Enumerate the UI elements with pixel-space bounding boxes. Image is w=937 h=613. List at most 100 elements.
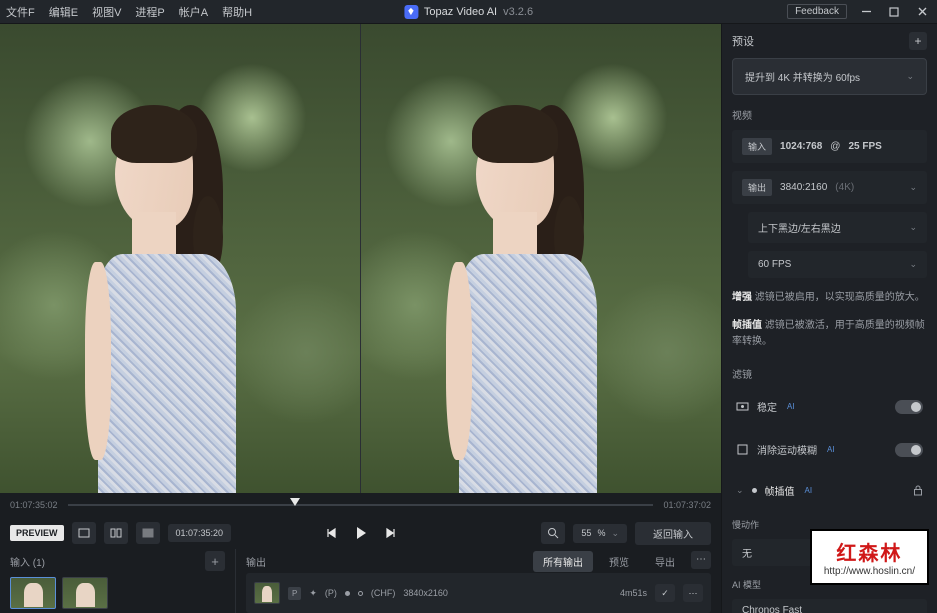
feedback-button[interactable]: Feedback (787, 4, 847, 19)
preview-before (0, 24, 360, 493)
watermark: 红森林 http://www.hoslin.cn/ (810, 529, 929, 585)
preset-selector[interactable]: 提升到 4K 并转换为 60fps ⌄ (732, 58, 927, 95)
next-frame-button[interactable] (385, 527, 397, 539)
watermark-url: http://www.hoslin.cn/ (824, 566, 915, 577)
playhead-icon[interactable] (290, 498, 300, 506)
interp-section-header[interactable]: ⌄ 帧插值AI (732, 475, 927, 506)
timecode-current[interactable]: 01:07:35:20 (168, 524, 232, 542)
titlebar: 文件F 编辑E 视图V 进程P 帐户A 帮助H Topaz Video AI v… (0, 0, 937, 24)
stabilize-icon (736, 400, 749, 413)
ai-model-selector[interactable]: Chronos Fast (732, 599, 927, 613)
menu-view[interactable]: 视图V (92, 4, 121, 20)
viewer-area: 01:07:35:02 01:07:37:02 PREVIEW 01:07:35… (0, 24, 721, 613)
output-resolution: 3840x2160 (403, 588, 448, 598)
output-res: 3840:2160 (780, 182, 827, 193)
app-title: Topaz Video AI v3.2.6 (404, 5, 533, 19)
output-thumbnail (254, 582, 280, 604)
menu-file[interactable]: 文件F (6, 4, 35, 20)
input-at: @ (830, 141, 840, 152)
preview-after (360, 24, 721, 493)
back-to-input-button[interactable]: 返回输入 (635, 522, 711, 545)
zoom-tool-icon[interactable] (541, 522, 565, 544)
tab-all-outputs[interactable]: 所有输出 (533, 551, 593, 572)
prev-frame-button[interactable] (325, 527, 337, 539)
zoom-level[interactable]: 55 % ⌄ (573, 524, 627, 543)
deblur-label: 消除运动模糊 (757, 442, 817, 457)
status-dot-icon (345, 591, 350, 596)
input-badge: 输入 (742, 138, 772, 155)
output-sparkle-icon: ✦ (309, 588, 317, 599)
lock-icon (913, 485, 923, 496)
output-panel: 输出 所有输出 预览 导出 ⋯ P ✦ (P) (CHF) (236, 549, 721, 613)
menu-edit[interactable]: 编辑E (49, 4, 78, 20)
tab-export[interactable]: 导出 (645, 551, 685, 572)
output-badge-p: P (288, 587, 301, 600)
output-fps-value: 60 FPS (758, 259, 791, 270)
chevron-down-icon: ⌄ (736, 485, 744, 496)
filters-heading: 滤镜 (732, 366, 927, 381)
input-thumbnail[interactable] (10, 577, 56, 609)
input-fps: 25 FPS (848, 141, 881, 152)
timeline[interactable]: 01:07:35:02 01:07:37:02 (0, 493, 721, 517)
app-logo-icon (404, 5, 418, 19)
play-button[interactable] (355, 526, 367, 540)
crop-mode-selector[interactable]: 上下黑边/左右黑边 ⌄ (748, 212, 927, 243)
stabilize-row: 稳定AI (732, 389, 927, 424)
chevron-down-icon: ⌄ (909, 259, 917, 270)
close-button[interactable] (913, 3, 931, 21)
preview-compare[interactable] (0, 24, 721, 493)
input-res: 1024:768 (780, 141, 822, 152)
settings-panel: 预设 + 提升到 4K 并转换为 60fps ⌄ 视频 输入 1024:768 … (721, 24, 937, 613)
preview-button[interactable]: PREVIEW (10, 525, 64, 541)
chevron-down-icon: ⌄ (909, 182, 917, 193)
layout-split-icon[interactable] (104, 522, 128, 544)
output-menu-icon[interactable]: ⋯ (683, 584, 703, 602)
menu-process[interactable]: 进程P (135, 4, 164, 20)
output-badge: 输出 (742, 179, 772, 196)
deblur-toggle[interactable] (895, 443, 923, 457)
output-action-icon[interactable]: ✓ (655, 584, 675, 602)
slowmo-value: 无 (742, 545, 752, 560)
output-panel-title: 输出 (246, 554, 266, 569)
status-dot-icon (358, 591, 363, 596)
input-thumbnail[interactable] (62, 577, 108, 609)
app-name: Topaz Video AI (424, 6, 497, 18)
timecode-end: 01:07:37:02 (663, 500, 711, 510)
chevron-down-icon: ⌄ (906, 71, 914, 82)
interp-label: 帧插值 (765, 483, 795, 498)
stabilize-toggle[interactable] (895, 400, 923, 414)
timeline-track[interactable] (68, 504, 654, 506)
output-fps-selector[interactable]: 60 FPS ⌄ (748, 251, 927, 278)
layout-single-icon[interactable] (72, 522, 96, 544)
timecode-start: 01:07:35:02 (10, 500, 58, 510)
menu-account[interactable]: 帐户A (179, 4, 208, 20)
tab-preview[interactable]: 预览 (599, 551, 639, 572)
output-resolution-selector[interactable]: 输出 3840:2160 (4K) ⌄ (732, 171, 927, 204)
output-more-icon[interactable]: ⋯ (691, 551, 711, 569)
output-codec: (CHF) (371, 588, 396, 598)
interp-description: 帧插值 滤镜已被激活，用于高质量的视频帧率转换。 (732, 318, 927, 350)
watermark-title: 红森林 (824, 537, 915, 566)
add-input-button[interactable]: + (205, 551, 225, 571)
input-resolution-row: 输入 1024:768 @ 25 FPS (732, 130, 927, 163)
preset-heading: 预设 (732, 33, 754, 49)
chevron-down-icon: ⌄ (909, 222, 917, 233)
deblur-icon (736, 443, 749, 456)
output-res-hint: (4K) (835, 182, 854, 193)
video-heading: 视频 (732, 107, 927, 122)
layout-sidebyside-icon[interactable] (136, 522, 160, 544)
maximize-button[interactable] (885, 3, 903, 21)
add-preset-button[interactable]: + (909, 32, 927, 50)
output-p-label: (P) (325, 588, 337, 598)
stabilize-label: 稳定 (757, 399, 777, 414)
input-panel-title: 输入 (1) (10, 554, 45, 569)
active-dot-icon (752, 488, 757, 493)
playback-controls: PREVIEW 01:07:35:20 55 % ⌄ 返回输入 (0, 517, 721, 549)
minimize-button[interactable] (857, 3, 875, 21)
menu-help[interactable]: 帮助H (222, 4, 252, 20)
output-item[interactable]: P ✦ (P) (CHF) 3840x2160 4m51s ✓ ⋯ (246, 573, 711, 613)
preset-value: 提升到 4K 并转换为 60fps (745, 69, 860, 84)
crop-mode-value: 上下黑边/左右黑边 (758, 220, 841, 235)
input-panel: 输入 (1) + (0, 549, 236, 613)
menu-bar: 文件F 编辑E 视图V 进程P 帐户A 帮助H (6, 4, 252, 20)
